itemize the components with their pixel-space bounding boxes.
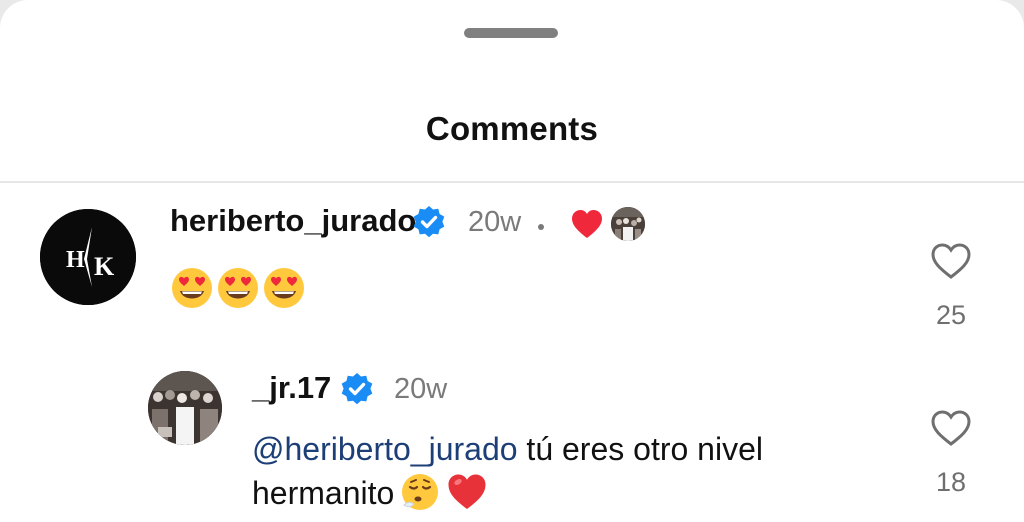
like-count: 25	[935, 300, 967, 330]
verified-badge-icon	[340, 372, 374, 406]
svg-text:H: H	[66, 247, 85, 273]
drag-handle[interactable]	[464, 28, 558, 38]
svg-text:K: K	[94, 252, 115, 281]
hk-logo: H K	[40, 209, 136, 305]
heart-outline-icon	[931, 243, 971, 279]
heart-eyes-emoji-icon	[172, 268, 212, 308]
reply-avatar[interactable]	[148, 371, 222, 445]
red-heart-emoji-icon	[446, 472, 488, 522]
creator-avatar	[611, 207, 645, 241]
verified-badge-icon	[412, 205, 446, 239]
reply-text: @heriberto_jurado tú eres otro nivel herm…	[252, 427, 892, 522]
comment-timestamp: 20w	[468, 206, 522, 238]
red-heart-icon	[570, 208, 604, 245]
reply-like-count: 18	[935, 467, 967, 497]
reply-username[interactable]: _jr.17	[252, 370, 331, 406]
reply-timestamp: 20w	[394, 373, 448, 405]
like-button[interactable]	[930, 242, 972, 280]
header-divider	[0, 181, 1024, 183]
comments-sheet: Comments H K heriberto_jurado 20w 25 _jr…	[0, 0, 1024, 522]
separator-dot	[538, 224, 544, 230]
reply-like-button[interactable]	[930, 409, 972, 447]
face-exhaling-emoji-icon	[400, 472, 440, 522]
reply-text-part: hermanito	[252, 475, 395, 511]
comment-username[interactable]: heriberto_jurado	[170, 203, 416, 239]
sheet-title: Comments	[425, 110, 599, 147]
heart-eyes-emoji-icon	[264, 268, 304, 308]
heart-eyes-emoji-icon	[218, 268, 258, 308]
heart-outline-icon	[931, 410, 971, 446]
reply-text-part: tú eres otro nivel	[517, 431, 763, 467]
stadium-photo	[148, 371, 222, 445]
comment-text	[170, 266, 306, 310]
avatar[interactable]: H K	[40, 209, 136, 305]
mention-link[interactable]: @heriberto_jurado	[252, 431, 518, 467]
